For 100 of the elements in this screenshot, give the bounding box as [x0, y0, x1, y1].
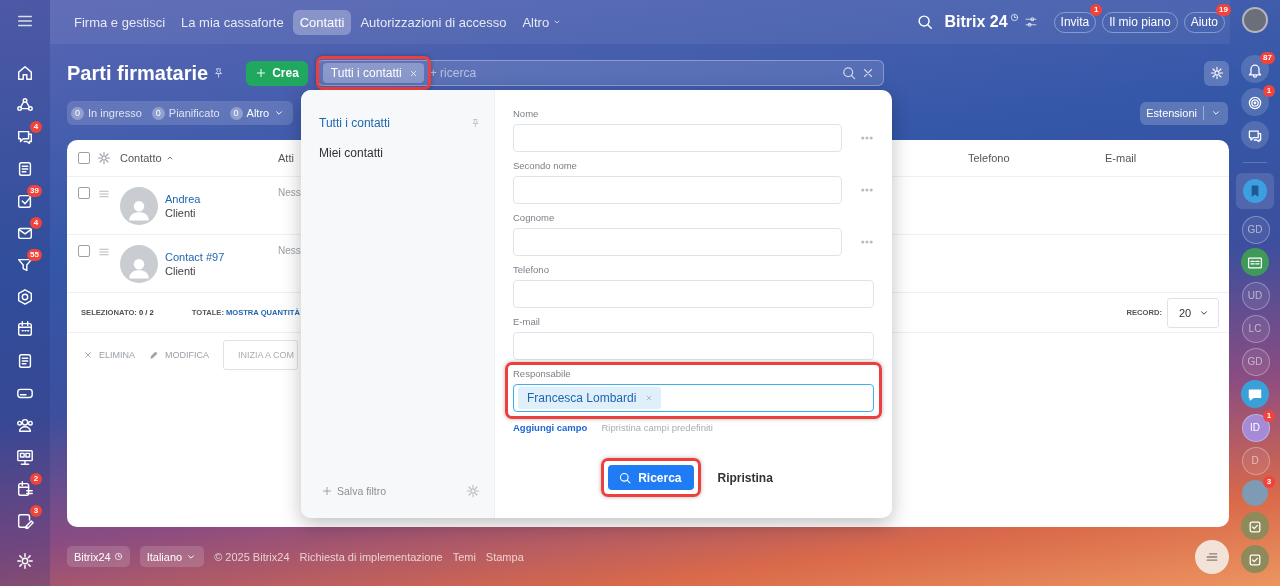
counter-number: 0: [71, 106, 84, 120]
counter-item[interactable]: 0 In ingresso: [71, 106, 142, 120]
document-edit-icon[interactable]: [16, 512, 34, 530]
notification-badge: 4: [30, 121, 42, 133]
nav-tab[interactable]: Autorizzazioni di accesso: [353, 9, 514, 35]
filter-chip[interactable]: Tutti i contatti: [322, 63, 424, 83]
people-icon[interactable]: [16, 416, 34, 434]
document-icon[interactable]: [16, 160, 34, 178]
avatar-placeholder[interactable]: 3: [1235, 477, 1275, 510]
input-field[interactable]: [513, 280, 874, 308]
input-field[interactable]: [513, 176, 842, 204]
nav-tab[interactable]: Altro: [515, 9, 570, 35]
hexagon-icon[interactable]: [16, 288, 34, 306]
user-initials[interactable]: ID 1: [1235, 411, 1275, 444]
target-button[interactable]: 1: [1235, 86, 1275, 119]
network-icon[interactable]: [16, 96, 34, 114]
counter-label: In ingresso: [88, 107, 142, 119]
reset-fields-link[interactable]: Ripristina campi predefiniti: [601, 422, 713, 433]
list-button[interactable]: [1195, 540, 1229, 574]
table-cell: Ness: [278, 245, 301, 256]
field-label: Secondo nome: [513, 160, 578, 172]
notification-badge: 1: [1090, 3, 1103, 16]
counter-label: Altro: [246, 107, 270, 119]
select-all-checkbox[interactable]: [78, 152, 90, 164]
user-initials[interactable]: D: [1235, 444, 1275, 477]
create-button[interactable]: Crea: [246, 60, 308, 86]
row-checkbox[interactable]: [78, 187, 90, 199]
field-label: Telefono: [513, 264, 550, 276]
nav-tab[interactable]: Contatti: [292, 9, 352, 35]
notification-badge: 55: [27, 249, 42, 261]
save-filter-link[interactable]: Salva filtro: [321, 485, 387, 497]
filter-preset[interactable]: Miei contatti: [319, 138, 480, 168]
nav-tab[interactable]: Firma e gestisci: [67, 9, 173, 35]
contact-name-link[interactable]: Contact #97: [165, 251, 225, 263]
nav-tab[interactable]: La mia cassaforte: [174, 9, 291, 35]
task-icon[interactable]: [16, 192, 34, 210]
close-icon[interactable]: [408, 68, 418, 78]
calendar-list-icon[interactable]: [16, 480, 34, 498]
chat-icon[interactable]: [16, 128, 34, 146]
reset-button[interactable]: Ripristina: [711, 469, 779, 486]
logo-text[interactable]: Bitrix 24: [944, 13, 1008, 31]
input-field[interactable]: [513, 124, 842, 152]
action-field[interactable]: INIZIA A COM: [223, 340, 298, 370]
pin-icon[interactable]: [212, 67, 225, 79]
search-icon[interactable]: [840, 65, 857, 81]
copyright-text: © 2025 Bitrix24: [214, 550, 290, 563]
extensions-button[interactable]: Estensioni: [1140, 101, 1228, 125]
funnel-icon[interactable]: [16, 256, 34, 274]
user-initials[interactable]: GD: [1235, 213, 1275, 246]
clock-icon: [1009, 13, 1019, 22]
contact-type: Clienti: [165, 207, 197, 219]
notification-badge: 19: [1216, 3, 1231, 16]
target-icon: [1247, 94, 1263, 111]
person-chip[interactable]: Francesca Lombardi: [518, 387, 662, 409]
user-avatar[interactable]: [1242, 7, 1268, 33]
user-initials[interactable]: GD: [1235, 345, 1275, 378]
input-field[interactable]: [513, 228, 842, 256]
column-header[interactable]: Telefono: [968, 152, 1105, 164]
bell-button[interactable]: 87: [1235, 53, 1275, 86]
sliders-icon[interactable]: [1023, 15, 1038, 29]
document-icon[interactable]: [16, 352, 34, 370]
footer-link[interactable]: Temi: [452, 550, 476, 563]
settings-button[interactable]: [1204, 60, 1229, 86]
contact-name-link[interactable]: Andrea: [165, 193, 201, 205]
bookmark-button[interactable]: [1243, 179, 1267, 203]
counter-number: 0: [151, 106, 165, 120]
counter-item[interactable]: 0 Altro: [229, 106, 286, 120]
pencil-icon: [149, 350, 159, 360]
action-button[interactable]: MODIFICA: [149, 350, 209, 360]
input-field[interactable]: [513, 332, 874, 360]
column-header[interactable]: Contatto: [120, 152, 278, 164]
user-initials[interactable]: LC: [1235, 312, 1275, 345]
field-label: Nome: [513, 108, 540, 120]
add-field-link[interactable]: Aggiungi campo: [513, 422, 588, 433]
notification-badge: 87: [1260, 52, 1275, 64]
notification-badge: 39: [27, 185, 42, 197]
contact-type: Clienti: [165, 265, 197, 277]
action-button[interactable]: ELIMINA: [83, 350, 135, 360]
table-cell: Ness: [278, 187, 301, 198]
footer-link[interactable]: Richiesta di implementazione: [299, 550, 443, 563]
home-icon[interactable]: [16, 64, 34, 82]
counter-label: Pianificato: [168, 107, 220, 119]
filter-preset[interactable]: Tutti i contatti: [319, 108, 480, 138]
row-checkbox[interactable]: [78, 245, 90, 257]
user-initials[interactable]: UD: [1235, 279, 1275, 312]
calendar-icon[interactable]: [16, 320, 34, 338]
person-selector-field[interactable]: Francesca Lombardi: [513, 384, 874, 412]
counter-number: 0: [229, 106, 243, 120]
close-icon: [83, 350, 93, 360]
plus-icon: [255, 67, 268, 79]
counter-item[interactable]: 0 Pianificato: [151, 106, 220, 120]
language-dropdown[interactable]: Italiano: [139, 546, 205, 567]
field-label: E-mail: [513, 316, 541, 328]
brand-button[interactable]: Bitrix24: [67, 546, 130, 567]
footer-link[interactable]: Stampa: [485, 550, 524, 563]
search-icon[interactable]: [916, 13, 935, 31]
presentation-icon[interactable]: [16, 448, 34, 466]
column-header[interactable]: E-mail: [1105, 152, 1225, 164]
search-button[interactable]: Ricerca: [608, 465, 694, 490]
records-dropdown[interactable]: 20: [1167, 297, 1219, 328]
